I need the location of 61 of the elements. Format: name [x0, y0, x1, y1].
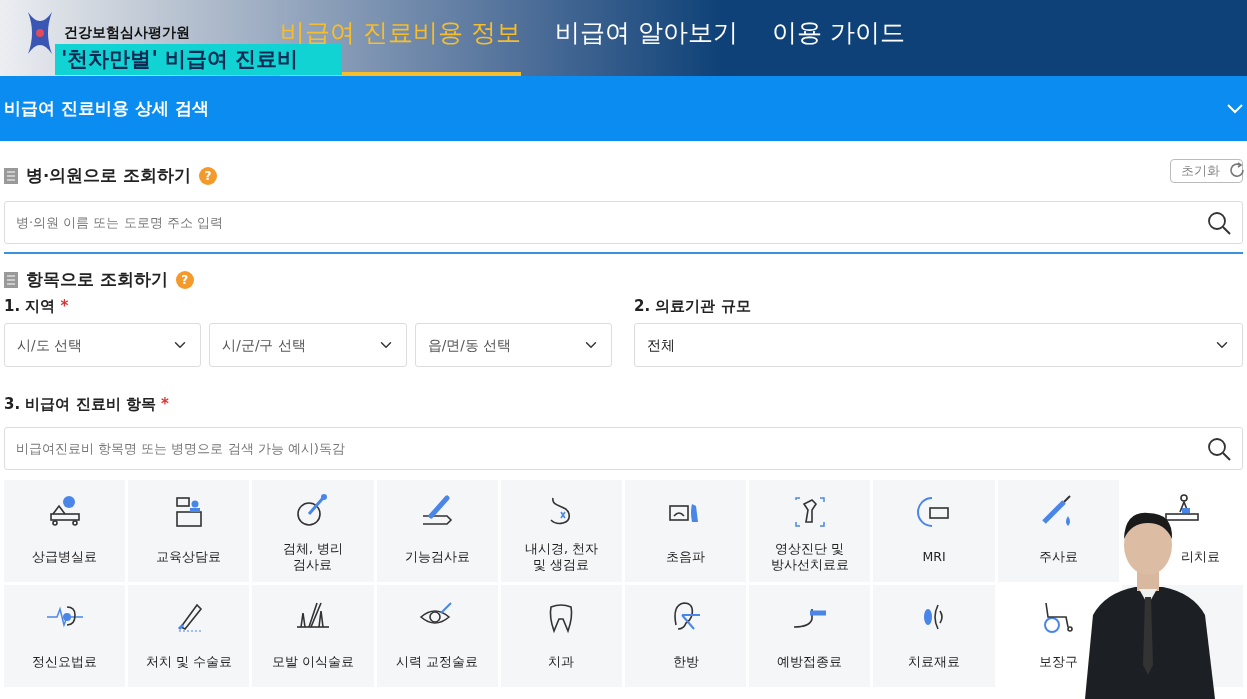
category-tile[interactable]: 한방	[625, 584, 747, 687]
news-caption: '천차만별' 비급여 진료비	[55, 44, 342, 75]
category-tile[interactable]: 치료재료	[873, 584, 995, 687]
category-label: 처치 및 수술료	[145, 653, 232, 670]
refresh-icon	[1228, 161, 1246, 180]
reset-button[interactable]: 초기화	[1170, 159, 1243, 183]
required-mark: *	[161, 394, 169, 413]
category-label: 시력 교정술료	[396, 653, 479, 670]
category-tile[interactable]: 정신요법료	[4, 584, 126, 687]
category-tile[interactable]: 초음파	[625, 479, 747, 582]
org-name: 건강보험심사평가원	[64, 23, 190, 42]
category-label: 기능검사료	[404, 548, 470, 565]
item-search-field[interactable]: 비급여진료비 항목명 또는 병명으로 검색 가능 예시)독감	[4, 426, 1243, 470]
list-icon	[4, 168, 18, 184]
category-label: 정신요법료	[32, 653, 98, 670]
category-label: 주사료	[1038, 548, 1078, 565]
category-tile[interactable]: 상급병실료	[4, 479, 126, 582]
section-heading: 병·의원으로 조회하기	[26, 164, 191, 187]
category-tile[interactable]: 예방접종료	[749, 584, 871, 687]
category-label: 리치료	[1179, 548, 1220, 565]
category-label: 초음파	[666, 548, 706, 565]
region-select[interactable]: 시/도 선택	[4, 322, 202, 367]
category-tile[interactable]: 검체, 병리 검사료	[252, 479, 374, 582]
required-mark: *	[60, 296, 69, 315]
category-label: 모발 이식술료	[272, 653, 354, 670]
category-tile[interactable]: 내시경, 천자 및 생검료	[500, 479, 622, 582]
category-label: 영상진단 및 방사선치료료	[770, 540, 849, 573]
category-label: 치과	[548, 653, 575, 670]
nav-tab[interactable]: 비급여 알아보기	[554, 0, 738, 76]
hospital-search-field[interactable]: 병·의원 이름 또는 도로명 주소 입력	[4, 201, 1243, 244]
category-tile[interactable]: 영상진단 및 방사선치료료	[749, 479, 871, 582]
category-label: 상급병실료	[32, 548, 98, 565]
nav-tab[interactable]: 이용 가이드	[771, 0, 905, 76]
region-select[interactable]: 시/군/구 선택	[209, 322, 407, 367]
category-label: 한방	[672, 653, 699, 670]
category-label: 예방접종료	[777, 653, 843, 670]
chevron-down-icon	[1227, 103, 1243, 114]
category-tile[interactable]: 시력 교정술료	[376, 584, 498, 687]
scale-select[interactable]: 전체	[634, 322, 1243, 367]
category-label: 보장구	[1038, 653, 1078, 670]
category-tile[interactable]: 처치 및 수술료	[128, 584, 250, 687]
section-heading: 항목으로 조회하기	[26, 269, 168, 291]
field-label: 3. 비급여 진료비 항목	[4, 394, 156, 413]
category-tile[interactable]: 주사료	[997, 479, 1119, 582]
search-icon[interactable]	[1207, 211, 1231, 235]
region-select[interactable]: 읍/면/동 선택	[414, 322, 612, 367]
category-label: 내시경, 천자 및 생검료	[524, 540, 598, 573]
section-title: 비급여 진료비용 상세 검색	[4, 96, 209, 120]
category-tile[interactable]: 치과	[500, 584, 622, 687]
category-label: MRI	[922, 548, 946, 565]
list-icon	[4, 272, 18, 289]
category-tile[interactable]: 교육상담료	[128, 479, 250, 582]
search-icon[interactable]	[1207, 436, 1231, 461]
category-tile[interactable]: MRI	[873, 479, 995, 582]
category-label: 교육상담료	[156, 548, 222, 565]
field-label: 2. 의료기관 규모	[634, 296, 751, 315]
category-tile[interactable]: 모발 이식술료	[252, 584, 374, 687]
category-label: 검체, 병리 검사료	[283, 540, 343, 573]
category-label: 치료재료	[908, 653, 960, 670]
field-label: 1. 지역	[4, 296, 56, 315]
category-tile[interactable]: 기능검사료	[376, 479, 498, 582]
